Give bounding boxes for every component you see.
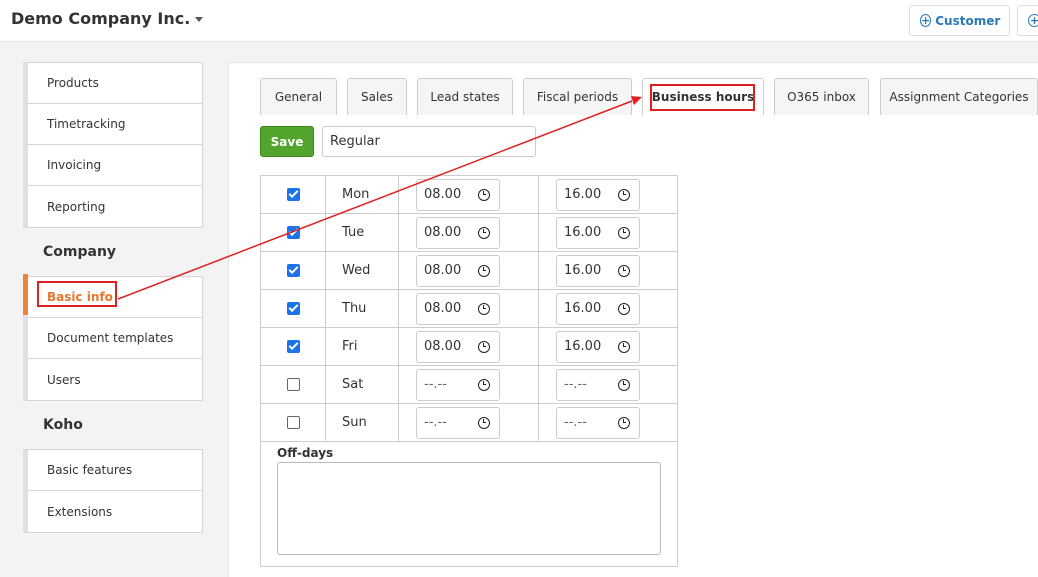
tab-business-hours[interactable]: Business hours <box>642 78 764 115</box>
day-enabled-checkbox[interactable] <box>286 226 300 239</box>
tab-assignment-categories[interactable]: Assignment Categories <box>880 78 1038 115</box>
day-enabled-checkbox[interactable] <box>286 264 300 277</box>
clock-icon[interactable] <box>478 378 490 391</box>
schedule-name-input[interactable] <box>322 126 536 157</box>
sidebar-item-document-templates[interactable]: Document templates <box>28 318 202 359</box>
day-label: Wed <box>326 252 399 289</box>
sidebar-group-koho: Basic features Extensions <box>23 449 203 533</box>
end-time-input[interactable]: 16.00 <box>556 330 640 363</box>
day-enabled-checkbox[interactable] <box>286 302 300 315</box>
sidebar-heading-koho: Koho <box>43 417 83 433</box>
sidebar-item-invoicing[interactable]: Invoicing <box>28 145 202 186</box>
start-time-input[interactable]: --.-- <box>416 368 500 401</box>
tab-o365-inbox[interactable]: O365 inbox <box>774 78 869 115</box>
clock-icon[interactable] <box>478 416 490 429</box>
day-label: Sun <box>326 404 399 441</box>
tab-sales[interactable]: Sales <box>347 78 407 115</box>
day-label: Mon <box>326 176 399 213</box>
sidebar-group-company: Basic info Document templates Users <box>23 276 203 401</box>
end-time-input[interactable]: 16.00 <box>556 178 640 211</box>
clock-icon[interactable] <box>478 226 490 239</box>
company-selector[interactable]: Demo Company Inc. <box>11 9 204 28</box>
plus-circle-icon: + <box>920 14 932 27</box>
table-row: Sun --.-- --.-- <box>261 404 677 442</box>
day-label: Thu <box>326 290 399 327</box>
tab-lead-states[interactable]: Lead states <box>417 78 513 115</box>
clock-icon[interactable] <box>618 226 630 239</box>
sidebar-heading-company: Company <box>43 244 117 260</box>
start-time-input[interactable]: 08.00 <box>416 330 500 363</box>
sidebar-item-reporting[interactable]: Reporting <box>28 186 202 227</box>
sidebar-item-products[interactable]: Products <box>28 63 202 104</box>
day-enabled-checkbox[interactable] <box>286 188 300 201</box>
day-label: Fri <box>326 328 399 365</box>
table-row: Mon 08.00 16.00 <box>261 176 677 214</box>
sidebar: Products Timetracking Invoicing Reportin… <box>23 62 203 533</box>
add-more-button[interactable]: + <box>1017 5 1038 36</box>
clock-icon[interactable] <box>618 264 630 277</box>
clock-icon[interactable] <box>618 416 630 429</box>
start-time-input[interactable]: 08.00 <box>416 292 500 325</box>
caret-down-icon <box>195 17 204 22</box>
end-time-input[interactable]: 16.00 <box>556 292 640 325</box>
start-time-input[interactable]: 08.00 <box>416 216 500 249</box>
plus-circle-icon: + <box>1028 14 1038 27</box>
table-row: Fri 08.00 16.00 <box>261 328 677 366</box>
clock-icon[interactable] <box>478 264 490 277</box>
day-label: Sat <box>326 366 399 403</box>
clock-icon[interactable] <box>618 302 630 315</box>
top-bar: Demo Company Inc. + Customer + <box>0 0 1038 42</box>
save-button[interactable]: Save <box>260 126 314 157</box>
tab-fiscal-periods[interactable]: Fiscal periods <box>523 78 632 115</box>
active-indicator <box>23 274 28 315</box>
day-enabled-checkbox[interactable] <box>286 378 300 391</box>
tab-general[interactable]: General <box>260 78 337 115</box>
table-row: Thu 08.00 16.00 <box>261 290 677 328</box>
sidebar-item-users[interactable]: Users <box>28 359 202 400</box>
clock-icon[interactable] <box>618 378 630 391</box>
sidebar-item-extensions[interactable]: Extensions <box>28 491 202 532</box>
clock-icon[interactable] <box>478 340 490 353</box>
end-time-input[interactable]: 16.00 <box>556 254 640 287</box>
add-customer-button[interactable]: + Customer <box>909 5 1010 36</box>
clock-icon[interactable] <box>618 188 630 201</box>
clock-icon[interactable] <box>478 188 490 201</box>
offdays-textarea[interactable] <box>277 462 661 555</box>
sidebar-item-timetracking[interactable]: Timetracking <box>28 104 202 145</box>
clock-icon[interactable] <box>478 302 490 315</box>
table-row: Sat --.-- --.-- <box>261 366 677 404</box>
end-time-input[interactable]: 16.00 <box>556 216 640 249</box>
sidebar-group-modules: Products Timetracking Invoicing Reportin… <box>23 62 203 228</box>
company-name: Demo Company Inc. <box>11 9 191 28</box>
end-time-input[interactable]: --.-- <box>556 368 640 401</box>
business-hours-table: Mon 08.00 16.00 Tue 08.00 16.00 Wed 08.0… <box>260 175 678 567</box>
offdays-section: Off-days <box>261 442 677 566</box>
start-time-input[interactable]: 08.00 <box>416 178 500 211</box>
end-time-input[interactable]: --.-- <box>556 406 640 439</box>
sidebar-item-basic-info[interactable]: Basic info <box>28 277 202 318</box>
day-enabled-checkbox[interactable] <box>286 416 300 429</box>
offdays-label: Off-days <box>277 446 334 460</box>
add-customer-label: Customer <box>935 13 1001 28</box>
clock-icon[interactable] <box>618 340 630 353</box>
table-row: Tue 08.00 16.00 <box>261 214 677 252</box>
table-row: Wed 08.00 16.00 <box>261 252 677 290</box>
sidebar-item-basic-features[interactable]: Basic features <box>28 450 202 491</box>
start-time-input[interactable]: 08.00 <box>416 254 500 287</box>
start-time-input[interactable]: --.-- <box>416 406 500 439</box>
day-label: Tue <box>326 214 399 251</box>
day-enabled-checkbox[interactable] <box>286 340 300 353</box>
